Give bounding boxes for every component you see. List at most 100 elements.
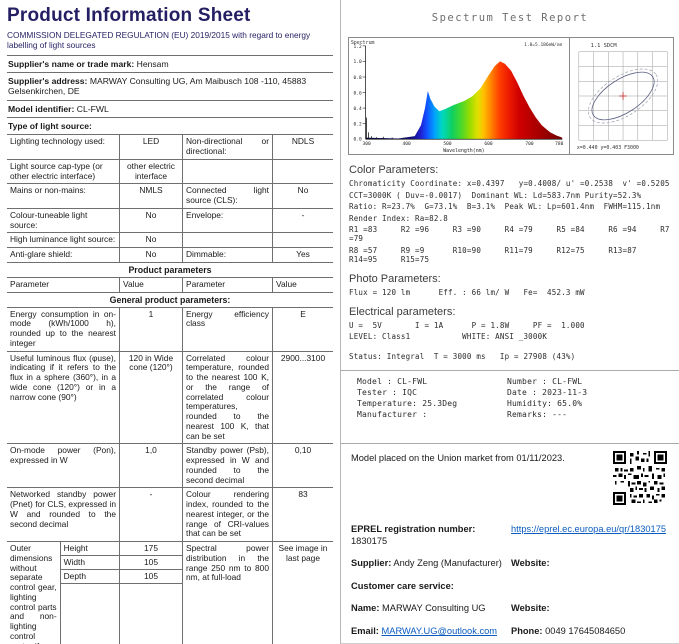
- svg-text:0.2: 0.2: [354, 121, 362, 127]
- x-tick-labels: 300 400 500 600 700 780: [363, 141, 564, 147]
- eprel-row: EPREL registration number: 1830175 https…: [351, 524, 669, 547]
- param-cell: Energy efficiency class: [182, 308, 272, 351]
- render-index-line: Render Index: Ra=82.8: [349, 214, 679, 223]
- supplier-name-value: Hensam: [137, 59, 169, 69]
- electrical-line1: U = 5V I = 1A P = 1.8W PF = 1.000: [349, 321, 679, 330]
- svg-text:0.8: 0.8: [354, 75, 362, 81]
- customer-care-row: Customer care service:: [351, 581, 669, 593]
- tester-line: Tester : IQC: [357, 388, 507, 397]
- phone-label: Phone:: [511, 626, 543, 636]
- value-cell: other electric interface: [119, 160, 182, 184]
- value-cell: No: [272, 184, 333, 208]
- eprel-section: Model placed on the Union market from 01…: [341, 453, 679, 644]
- qr-code: [613, 451, 667, 505]
- divider: [341, 443, 679, 444]
- value-cell: NDLS: [272, 135, 333, 159]
- param-cell: Mains or non-mains:: [7, 184, 119, 208]
- name-row: Name: MARWAY Consulting UG Website:: [351, 603, 669, 615]
- y-tick-marks: [363, 46, 366, 124]
- eprel-number-cell: EPREL registration number: 1830175: [351, 524, 511, 547]
- scale-note: 1.0=5.186mW/nm: [524, 42, 562, 48]
- param-cell: Envelope:: [182, 209, 272, 233]
- flux-line: Flux = 120 lm Eff. : 66 lm/ W Fe= 452.3 …: [349, 288, 679, 297]
- param-cell: Light source cap-type (or other electric…: [7, 160, 119, 184]
- param-cell: Useful luminous flux (φuse), indicating …: [7, 352, 119, 444]
- supplier-label: Supplier:: [351, 558, 391, 568]
- temperature-line: Temperature: 25.3Deg: [357, 399, 507, 408]
- param-cell: Correlated colour temperature, rounded t…: [182, 352, 272, 444]
- table-row: Mains or non-mains: NMLS Connected light…: [7, 183, 333, 208]
- param-cell: Dimmable:: [182, 248, 272, 262]
- svg-text:400: 400: [403, 141, 411, 147]
- svg-text:1.0: 1.0: [354, 59, 362, 65]
- table-row: Useful luminous flux (φuse), indicating …: [7, 351, 333, 444]
- value-cell: 2900...3100: [272, 352, 333, 444]
- photo-parameters-heading: Photo Parameters:: [349, 273, 679, 285]
- test-info-right: Number : CL-FWL Date : 2023-11-3 Humidit…: [507, 377, 657, 421]
- dimension-values: 175 105 105: [119, 542, 182, 644]
- sdcm-title: 1.1 SDCM: [591, 43, 618, 49]
- supplier-name-row: Supplier's name or trade mark: Hensam: [7, 55, 333, 72]
- status-line: Status: Integral T = 3000 ms Ip = 27908 …: [349, 352, 679, 361]
- value-cell: No: [119, 233, 182, 247]
- number-line: Number : CL-FWL: [507, 377, 657, 386]
- ratio-line: Ratio: R=23.7% G=73.1% B=3.1% Peak WL: L…: [349, 202, 679, 211]
- model-identifier-label: Model identifier:: [8, 104, 74, 114]
- value-cell: -: [272, 209, 333, 233]
- y-tick-labels: 1.2 1.0 0.8 0.6 0.4 0.2 0.0: [354, 44, 362, 143]
- supplier-address-row: Supplier's address: MARWAY Consulting UG…: [7, 72, 333, 100]
- table-row: Energy consumption in on-mode (kWh/1000 …: [7, 307, 333, 351]
- supplier-value: Andy Zeng (Manufacturer): [393, 558, 502, 568]
- email-cell: Email: MARWAY.UG@outlook.com: [351, 626, 511, 638]
- table-row: High luminance light source: No: [7, 232, 333, 247]
- supplier-row: Supplier: Andy Zeng (Manufacturer) Websi…: [351, 558, 669, 570]
- value-cell: 120 in Wide cone (120°): [119, 352, 182, 444]
- manufacturer-line: Manufacturer :: [357, 410, 507, 419]
- table-row: Lighting technology used: LED Non-direct…: [7, 134, 333, 159]
- email-link[interactable]: MARWAY.UG@outlook.com: [382, 626, 498, 636]
- electrical-parameters-heading: Electrical parameters:: [349, 306, 679, 318]
- email-row: Email: MARWAY.UG@outlook.com Phone: 0049…: [351, 626, 669, 638]
- value-cell: [272, 233, 333, 247]
- supplier-address-label: Supplier's address:: [8, 76, 87, 86]
- dimension-value: 175: [120, 542, 182, 556]
- outer-dimensions-row: Outer dimensions without separate contro…: [7, 541, 333, 644]
- name-cell: Name: MARWAY Consulting UG: [351, 603, 511, 615]
- noise-spikes: [367, 118, 404, 140]
- spectrum-area: [366, 61, 563, 139]
- svg-text:600: 600: [484, 141, 492, 147]
- sdcm-center-cross: [619, 92, 627, 100]
- value-cell: 1: [119, 308, 182, 351]
- phone-value: 0049 17645084650: [545, 626, 625, 636]
- param-cell: Spectral power distribution in the range…: [182, 542, 272, 644]
- column-header: Value: [119, 278, 182, 292]
- param-cell: Anti-glare shield:: [7, 248, 119, 262]
- website-label: Website:: [511, 603, 669, 615]
- svg-text:300: 300: [363, 141, 371, 147]
- model-line: Model : CL-FWL: [357, 377, 507, 386]
- param-cell: Energy consumption in on-mode (kWh/1000 …: [7, 308, 119, 351]
- eprel-link[interactable]: https://eprel.ec.europa.eu/qr/1830175: [511, 524, 669, 536]
- spectrum-svg: Spectrum 1.0=5.186mW/nm: [349, 38, 569, 154]
- color-parameters-heading: Color Parameters:: [349, 164, 679, 176]
- general-parameters-header: General product parameters:: [7, 292, 333, 307]
- supplier-name-label: Supplier's name or trade mark:: [8, 59, 134, 69]
- dimension-key: Height: [61, 542, 119, 556]
- website-label: Website:: [511, 558, 669, 570]
- page-title: Product Information Sheet: [7, 5, 333, 27]
- market-note: Model placed on the Union market from 01…: [351, 453, 565, 463]
- dimension-key: Depth: [61, 570, 119, 584]
- spectrum-test-report: Spectrum Test Report: [341, 0, 679, 644]
- svg-text:780: 780: [555, 141, 563, 147]
- x-axis-label: Wavelength(nm): [443, 148, 484, 154]
- value-cell: 83: [272, 488, 333, 541]
- supplier-cell: Supplier: Andy Zeng (Manufacturer): [351, 558, 511, 570]
- value-cell: 0,10: [272, 444, 333, 487]
- column-header-row: Parameter Value Parameter Value: [7, 277, 333, 292]
- table-row: Colour-tuneable light source: No Envelop…: [7, 208, 333, 233]
- test-info-block: Model : CL-FWL Tester : IQC Temperature:…: [357, 377, 679, 421]
- sdcm-svg: 1.1 SDCM: [570, 38, 679, 154]
- svg-text:700: 700: [525, 141, 533, 147]
- date-line: Date : 2023-11-3: [507, 388, 657, 397]
- value-cell: Yes: [272, 248, 333, 262]
